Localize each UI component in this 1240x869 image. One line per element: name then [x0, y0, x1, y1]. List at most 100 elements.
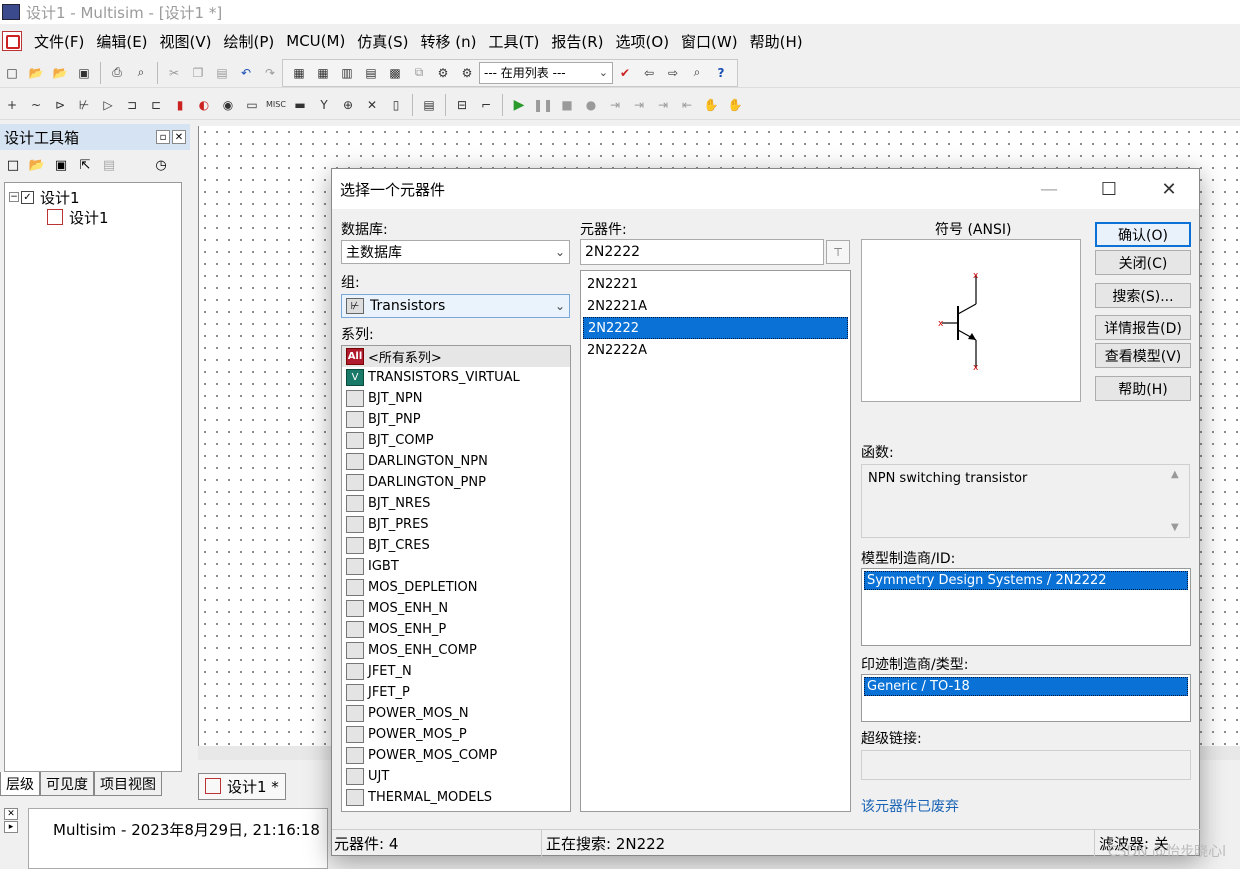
misc-digital-icon[interactable]: ▮	[170, 95, 190, 115]
menu-edit[interactable]: 编辑(E)	[90, 31, 153, 52]
run-simulation-icon[interactable]: ▶	[509, 95, 529, 115]
help-button[interactable]: 帮助(H)	[1095, 376, 1191, 401]
step-over-icon[interactable]: ⇥	[653, 95, 673, 115]
series-item[interactable]: UJT	[342, 766, 570, 787]
view-model-button[interactable]: 查看模型(V)	[1095, 343, 1191, 368]
postprocessor-icon[interactable]: ▩	[385, 63, 405, 83]
connector-icon[interactable]: ▯	[386, 95, 406, 115]
source-icon[interactable]: +	[2, 95, 22, 115]
series-item[interactable]: MOS_ENH_COMP	[342, 640, 570, 661]
tab-design1[interactable]: 设计1 *	[198, 772, 286, 800]
indicator-icon[interactable]: ◉	[218, 95, 238, 115]
grapher-icon[interactable]: ▤	[361, 63, 381, 83]
menu-options[interactable]: 选项(O)	[610, 31, 676, 52]
series-item[interactable]: POWER_MOS_P	[342, 724, 570, 745]
back-annotate-icon[interactable]: ⇦	[639, 63, 659, 83]
component-wizard-icon[interactable]: ⚙	[433, 63, 453, 83]
new-file-icon[interactable]: □	[2, 63, 22, 83]
menu-help[interactable]: 帮助(H)	[744, 31, 809, 52]
details-report-button[interactable]: 详情报告(D)	[1095, 315, 1191, 340]
component-item[interactable]: 2N2222	[583, 317, 848, 339]
menu-file[interactable]: 文件(F)	[28, 31, 90, 52]
component-item[interactable]: 2N2221	[583, 273, 848, 295]
series-item[interactable]: JFET_P	[342, 682, 570, 703]
step-into-icon[interactable]: ⇥	[629, 95, 649, 115]
tree-root[interactable]: − ✓ 设计1	[9, 187, 177, 207]
in-use-list-select[interactable]: --- 在用列表 --- ⌄	[479, 61, 613, 84]
hand-icon[interactable]: ✋	[701, 95, 721, 115]
tab-visibility[interactable]: 可见度	[40, 772, 94, 796]
sheet-properties-icon[interactable]: ◷	[152, 156, 170, 174]
model-value[interactable]: Symmetry Design Systems / 2N2222	[864, 571, 1188, 590]
pause-simulation-icon[interactable]: ❚❚	[533, 95, 553, 115]
menu-view[interactable]: 视图(V)	[154, 31, 218, 52]
step-out-icon[interactable]: ⇤	[677, 95, 697, 115]
redo-icon[interactable]: ↷	[260, 63, 280, 83]
undo-icon[interactable]: ↶	[236, 63, 256, 83]
series-list[interactable]: All <所有系列> V TRANSISTORS_VIRTUAL BJT_NPN BJT_…	[341, 345, 571, 812]
series-item[interactable]: BJT_PNP	[342, 409, 570, 430]
bus-icon[interactable]: ⌐	[476, 95, 496, 115]
save-icon[interactable]: ▣	[74, 63, 94, 83]
checkbox-icon[interactable]: ✓	[21, 190, 34, 204]
menu-simulate[interactable]: 仿真(S)	[351, 31, 414, 52]
search-button[interactable]: 搜索(S)...	[1095, 283, 1191, 308]
database-select[interactable]: 主数据库 ⌄	[341, 240, 570, 264]
database-manager-icon[interactable]: ⚙	[457, 63, 477, 83]
series-item[interactable]: DARLINGTON_PNP	[342, 472, 570, 493]
database-icon[interactable]: ⧉	[409, 63, 429, 83]
series-item[interactable]: BJT_NPN	[342, 388, 570, 409]
menu-transfer[interactable]: 转移 (n)	[415, 31, 483, 52]
help-icon[interactable]: ?	[711, 63, 731, 83]
open-design-icon[interactable]: 📂	[28, 156, 46, 174]
probe-icon[interactable]: ✋	[725, 95, 745, 115]
step-icon[interactable]: ⇥	[605, 95, 625, 115]
footprint-list[interactable]: Generic / TO-18	[861, 674, 1191, 722]
ni-component-icon[interactable]: ✕	[362, 95, 382, 115]
series-item[interactable]: All <所有系列>	[342, 346, 570, 367]
series-item[interactable]: POWER_MOS_N	[342, 703, 570, 724]
document-icon[interactable]	[2, 31, 22, 51]
series-item[interactable]: BJT_NRES	[342, 493, 570, 514]
scroll-down-icon[interactable]: ▼	[1171, 522, 1185, 533]
close-icon[interactable]: ✕	[172, 130, 186, 144]
minimize-icon[interactable]: —	[1019, 169, 1079, 209]
basic-icon[interactable]: ~	[26, 95, 46, 115]
zoom-icon[interactable]: ⌕	[687, 63, 707, 83]
grid-view-icon[interactable]: ▦	[313, 63, 333, 83]
spreadsheet-icon[interactable]: ▥	[337, 63, 357, 83]
component-search-input[interactable]: 2N2222	[580, 239, 824, 265]
breakpoint-icon[interactable]: ●	[581, 95, 601, 115]
close-button[interactable]: 关闭(C)	[1095, 250, 1191, 275]
group-select[interactable]: ⊬ Transistors ⌄	[341, 294, 570, 318]
series-item[interactable]: BJT_PRES	[342, 514, 570, 535]
open-folder-icon[interactable]: 📂	[26, 63, 46, 83]
analog-icon[interactable]: ▷	[98, 95, 118, 115]
menu-tools[interactable]: 工具(T)	[483, 31, 546, 52]
ttl-icon[interactable]: ⊐	[122, 95, 142, 115]
print-icon[interactable]: ⎙	[107, 63, 127, 83]
tree-child[interactable]: 设计1	[9, 206, 177, 228]
new-design-icon[interactable]: □	[4, 156, 22, 174]
series-item[interactable]: MOS_ENH_P	[342, 619, 570, 640]
pin-icon[interactable]: ▸	[4, 821, 18, 833]
stop-simulation-icon[interactable]: ■	[557, 95, 577, 115]
copy-icon[interactable]: ❐	[188, 63, 208, 83]
series-item[interactable]: V TRANSISTORS_VIRTUAL	[342, 367, 570, 388]
maximize-icon[interactable]: ☐	[1079, 169, 1139, 209]
tab-project-view[interactable]: 项目视图	[94, 772, 162, 796]
save-design-icon[interactable]: ▣	[52, 156, 70, 174]
cmos-icon[interactable]: ⊏	[146, 95, 166, 115]
close-icon[interactable]: ✕	[4, 808, 18, 820]
cut-icon[interactable]: ✂	[164, 63, 184, 83]
misc-icon[interactable]: MISC	[266, 95, 286, 115]
series-item[interactable]: MOS_ENH_N	[342, 598, 570, 619]
series-item[interactable]: DARLINGTON_NPN	[342, 451, 570, 472]
collapse-icon[interactable]: −	[9, 192, 19, 202]
pin-icon[interactable]: ▫	[156, 130, 170, 144]
power-icon[interactable]: ▭	[242, 95, 262, 115]
advanced-peripherals-icon[interactable]: ▬	[290, 95, 310, 115]
menu-reports[interactable]: 报告(R)	[545, 31, 609, 52]
paste-icon[interactable]: ▤	[212, 63, 232, 83]
export-icon[interactable]: ⇱	[76, 156, 94, 174]
